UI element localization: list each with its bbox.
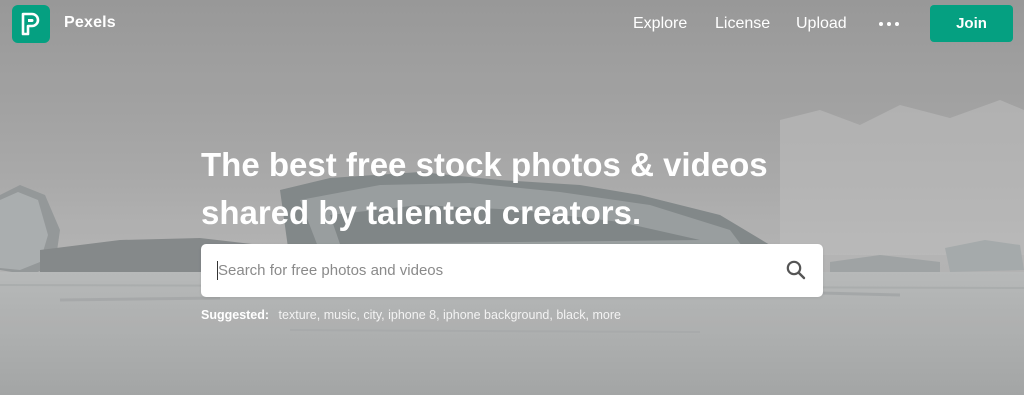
dot-icon [895, 22, 899, 26]
suggested-link-city[interactable]: city [363, 308, 381, 322]
nav-explore-link[interactable]: Explore [633, 15, 687, 33]
suggested-link-more[interactable]: more [592, 308, 620, 322]
dot-icon [879, 22, 883, 26]
suggested-link-texture[interactable]: texture [279, 308, 317, 322]
suggested-searches: Suggested: texture, music, city, iphone … [201, 308, 621, 322]
pexels-logo-icon [21, 12, 40, 36]
top-navbar: Pexels Explore License Upload Join [0, 0, 1024, 48]
suggested-link-black[interactable]: black [556, 308, 585, 322]
pexels-logo[interactable] [12, 5, 50, 43]
comma: , [436, 308, 444, 322]
suggested-link-iphone-background[interactable]: iphone background [443, 308, 549, 322]
join-button[interactable]: Join [930, 5, 1013, 42]
suggested-link-music[interactable]: music [324, 308, 357, 322]
hero-headline-line-1: The best free stock photos & videos [201, 146, 768, 183]
hero-section: Pexels Explore License Upload Join The b… [0, 0, 1024, 395]
dot-icon [887, 22, 891, 26]
search-icon[interactable] [785, 259, 807, 281]
brand-name[interactable]: Pexels [64, 14, 116, 32]
more-menu-ellipsis-icon[interactable] [879, 21, 899, 27]
suggested-link-iphone-8[interactable]: iphone 8 [388, 308, 436, 322]
comma: , [316, 308, 324, 322]
nav-upload-link[interactable]: Upload [796, 15, 847, 33]
search-bar[interactable] [201, 244, 823, 297]
hero-headline: The best free stock photos & videos shar… [201, 141, 821, 237]
text-cursor [217, 261, 218, 280]
nav-license-link[interactable]: License [715, 15, 770, 33]
hero-headline-line-2: shared by talented creators. [201, 194, 642, 231]
suggested-label: Suggested: [201, 308, 270, 322]
search-input[interactable] [218, 244, 768, 297]
